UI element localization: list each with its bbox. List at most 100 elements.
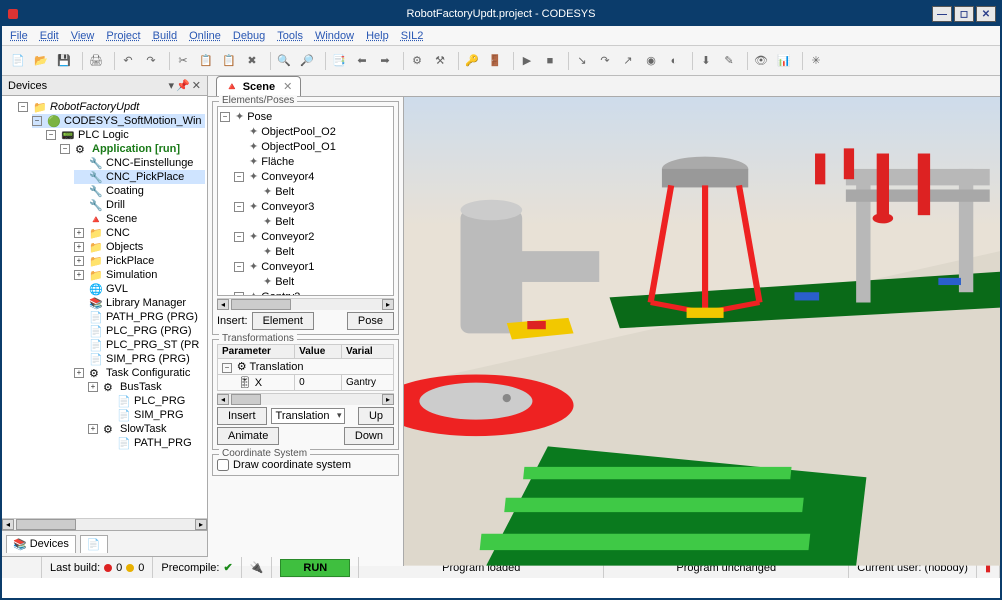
insert-button[interactable]: Insert: [217, 407, 267, 425]
menu-sil2[interactable]: SIL2: [401, 30, 424, 42]
scroll-right-icon[interactable]: ▸: [195, 519, 207, 530]
tree-hscroll[interactable]: ◂ ▸: [2, 518, 207, 530]
3d-viewport[interactable]: [404, 97, 1000, 566]
down-button[interactable]: Down: [344, 427, 394, 445]
transform-hscroll[interactable]: ◂▸: [217, 393, 394, 405]
devices-tab[interactable]: 📚Devices: [6, 535, 76, 553]
tree-item[interactable]: +⚙BusTask: [74, 380, 205, 394]
tree-item[interactable]: +📁PickPlace: [74, 254, 205, 268]
tree-item[interactable]: 🔧CNC-Einstellunge: [74, 156, 205, 170]
element-item[interactable]: ✦ Fläche: [220, 154, 391, 169]
element-item[interactable]: ✦ ObjectPool_O1: [220, 139, 391, 154]
tree-application[interactable]: Application [run]: [92, 143, 180, 155]
undo-icon[interactable]: ↶: [118, 51, 138, 71]
find-icon[interactable]: 🔍: [274, 51, 294, 71]
element-button[interactable]: Element: [252, 312, 314, 330]
pose-button[interactable]: Pose: [347, 312, 394, 330]
tree-item[interactable]: 📄PLC_PRG_ST (PR: [74, 338, 205, 352]
element-item[interactable]: −✦ Conveyor2: [220, 229, 391, 244]
tree-root[interactable]: RobotFactoryUpdt: [50, 101, 139, 113]
nav-back-icon[interactable]: ⬅: [352, 51, 372, 71]
build-icon[interactable]: ⚙: [407, 51, 427, 71]
menu-window[interactable]: Window: [315, 30, 354, 42]
step-into-icon[interactable]: ↘: [572, 51, 592, 71]
device-tree[interactable]: −📁RobotFactoryUpdt −🟢CODESYS_SoftMotion_…: [2, 96, 207, 518]
menu-edit[interactable]: Edit: [40, 30, 59, 42]
tree-item[interactable]: +⚙SlowTask: [74, 422, 205, 436]
menu-help[interactable]: Help: [366, 30, 389, 42]
tree-item[interactable]: 📄PATH_PRG: [74, 436, 205, 450]
delete-icon[interactable]: ✖: [242, 51, 262, 71]
tree-item[interactable]: +⚙Task Configuratic: [74, 366, 205, 380]
transformations-table[interactable]: Parameter Value Varial − ⚙ Translation 🎚…: [217, 344, 394, 391]
menu-tools[interactable]: Tools: [277, 30, 303, 42]
element-item[interactable]: −✦ Pose: [220, 109, 391, 124]
force-icon[interactable]: ⬇: [696, 51, 716, 71]
element-item[interactable]: −✦ Gantry3: [220, 289, 391, 296]
tree-item[interactable]: 📄PLC_PRG (PRG): [74, 324, 205, 338]
tree-item[interactable]: 🔺Scene: [74, 212, 205, 226]
panel-pin-icon[interactable]: 📌: [176, 79, 190, 92]
element-item[interactable]: ✦ ObjectPool_O2: [220, 124, 391, 139]
tree-plclogic[interactable]: PLC Logic: [78, 129, 129, 141]
find-next-icon[interactable]: 🔎: [297, 51, 317, 71]
paste-icon[interactable]: 📋: [219, 51, 239, 71]
menu-project[interactable]: Project: [106, 30, 140, 42]
stop-icon[interactable]: ■: [540, 51, 560, 71]
minimize-button[interactable]: —: [932, 6, 952, 22]
elements-hscroll[interactable]: ◂▸: [217, 298, 394, 310]
draw-coord-checkbox[interactable]: Draw coordinate system: [217, 459, 394, 471]
login-icon[interactable]: 🔑: [462, 51, 482, 71]
step-out-icon[interactable]: ↗: [618, 51, 638, 71]
status-connection[interactable]: 🔌: [242, 557, 273, 578]
transformation-select[interactable]: Translation: [271, 408, 345, 424]
extra-icon[interactable]: ✳: [806, 51, 826, 71]
copy-icon[interactable]: 📋: [196, 51, 216, 71]
toggle-bp-icon[interactable]: ◐: [664, 51, 684, 71]
tree-item[interactable]: 📄PLC_PRG: [74, 394, 205, 408]
close-button[interactable]: ✕: [976, 6, 996, 22]
pou-tab[interactable]: 📄: [80, 535, 108, 553]
element-item[interactable]: ✦ Belt: [220, 244, 391, 259]
logout-icon[interactable]: 🚪: [485, 51, 505, 71]
step-over-icon[interactable]: ↷: [595, 51, 615, 71]
menu-view[interactable]: View: [71, 30, 95, 42]
cut-icon[interactable]: ✂: [173, 51, 193, 71]
menu-build[interactable]: Build: [153, 30, 177, 42]
up-button[interactable]: Up: [358, 407, 394, 425]
element-item[interactable]: −✦ Conveyor4: [220, 169, 391, 184]
open-icon[interactable]: 📂: [31, 51, 51, 71]
tab-close-icon[interactable]: ✕: [283, 80, 292, 93]
tree-softmotion[interactable]: CODESYS_SoftMotion_Win: [64, 115, 202, 127]
maximize-button[interactable]: ◻: [954, 6, 974, 22]
element-item[interactable]: −✦ Conveyor3: [220, 199, 391, 214]
rebuild-icon[interactable]: ⚒: [430, 51, 450, 71]
elements-list[interactable]: −✦ Pose✦ ObjectPool_O2✦ ObjectPool_O1✦ F…: [217, 106, 394, 296]
save-icon[interactable]: 💾: [54, 51, 74, 71]
print-icon[interactable]: 🖨: [86, 51, 106, 71]
tree-item[interactable]: 📄SIM_PRG (PRG): [74, 352, 205, 366]
tree-item[interactable]: 🔧CNC_PickPlace: [74, 170, 205, 184]
start-icon[interactable]: ▶: [517, 51, 537, 71]
breakpoint-icon[interactable]: ◉: [641, 51, 661, 71]
tree-item[interactable]: 🔧Drill: [74, 198, 205, 212]
element-item[interactable]: ✦ Belt: [220, 214, 391, 229]
panel-dropdown-icon[interactable]: ▾: [169, 79, 175, 92]
animate-button[interactable]: Animate: [217, 427, 279, 445]
tree-item[interactable]: +📁Simulation: [74, 268, 205, 282]
tree-item[interactable]: +📁Objects: [74, 240, 205, 254]
menu-debug[interactable]: Debug: [233, 30, 265, 42]
menu-online[interactable]: Online: [189, 30, 221, 42]
watch-icon[interactable]: 👁: [751, 51, 771, 71]
tree-item[interactable]: 📄SIM_PRG: [74, 408, 205, 422]
new-icon[interactable]: 📄: [8, 51, 28, 71]
trace-icon[interactable]: 📊: [774, 51, 794, 71]
element-item[interactable]: ✦ Belt: [220, 184, 391, 199]
tree-item[interactable]: +📁CNC: [74, 226, 205, 240]
tree-item[interactable]: 🔧Coating: [74, 184, 205, 198]
element-item[interactable]: −✦ Conveyor1: [220, 259, 391, 274]
element-item[interactable]: ✦ Belt: [220, 274, 391, 289]
nav-fwd-icon[interactable]: ➡: [375, 51, 395, 71]
menu-file[interactable]: File: [10, 30, 28, 42]
write-icon[interactable]: ✎: [719, 51, 739, 71]
